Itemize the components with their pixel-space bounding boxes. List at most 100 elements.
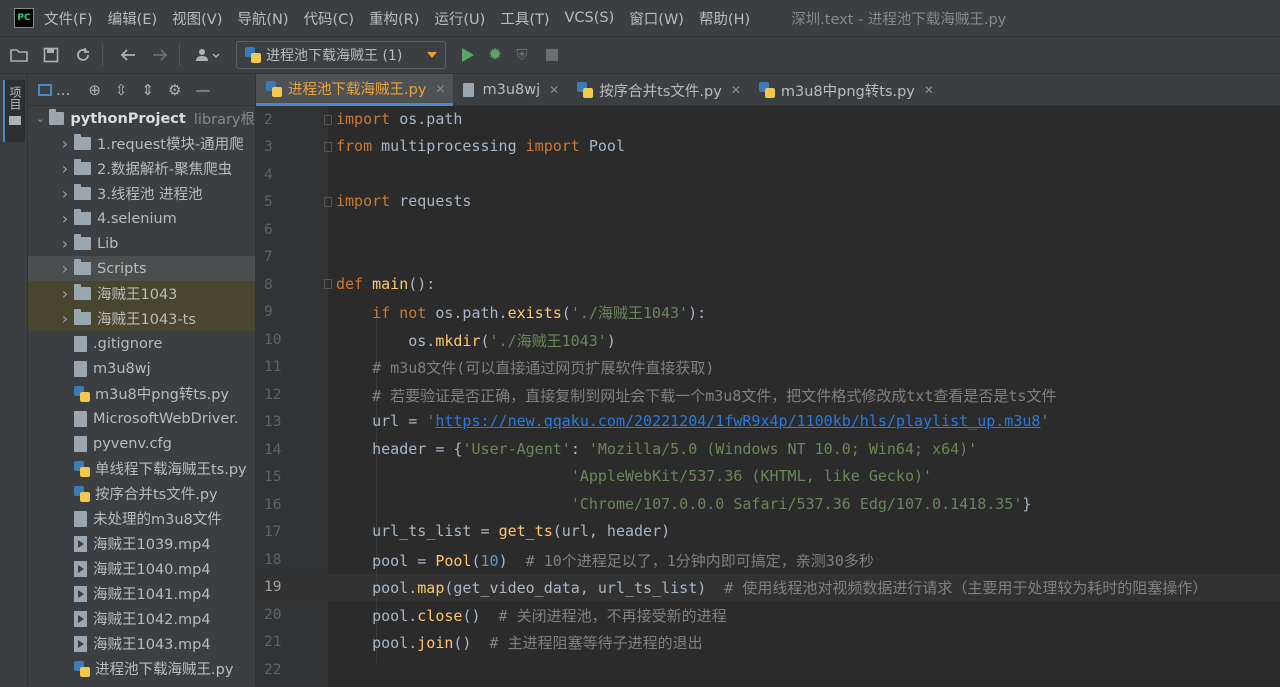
tree-folder-item[interactable]: › 1.request模块-通用爬 <box>28 131 255 156</box>
fold-marker-icon[interactable] <box>324 142 332 152</box>
save-icon[interactable] <box>38 42 64 68</box>
fold-marker-icon[interactable] <box>324 279 332 289</box>
tree-folder-item[interactable]: › 海贼王1043-ts <box>28 306 255 331</box>
fold-marker-icon[interactable] <box>324 197 332 207</box>
chevron-right-icon[interactable]: › <box>56 234 74 253</box>
close-icon[interactable]: ✕ <box>731 83 741 97</box>
tree-folder-item[interactable]: › Scripts <box>28 256 255 281</box>
chevron-right-icon[interactable]: › <box>56 309 74 328</box>
menu-file[interactable]: 文件(F) <box>44 8 93 29</box>
tree-folder-item[interactable]: › Lib <box>28 231 255 256</box>
tree-file-item[interactable]: 海贼王1040.mp4 <box>28 556 255 581</box>
tree-file-item[interactable]: m3u8wj <box>28 356 255 381</box>
menu-tools[interactable]: 工具(T) <box>500 8 549 29</box>
close-icon[interactable]: ✕ <box>924 83 934 97</box>
run-configuration-selector[interactable]: 进程池下载海贼王 (1) <box>236 41 446 69</box>
project-tool-tab[interactable]: 项目 <box>3 80 25 142</box>
open-folder-icon[interactable] <box>6 42 32 68</box>
line-number: 8 <box>264 276 273 293</box>
chevron-down-icon[interactable]: ⌄ <box>32 112 49 125</box>
close-icon[interactable]: ✕ <box>549 83 559 97</box>
tree-item-label: m3u8wj <box>93 360 151 377</box>
text-file-icon <box>74 510 87 527</box>
tree-folder-item[interactable]: › 4.selenium <box>28 206 255 231</box>
tab-png-to-ts[interactable]: m3u8中png转ts.py ✕ <box>749 74 942 106</box>
tab-label: m3u8中png转ts.py <box>780 83 915 100</box>
tree-item-label: 单线程下载海贼王ts.py <box>95 462 247 478</box>
tree-file-item[interactable]: .gitignore <box>28 331 255 356</box>
chevron-right-icon[interactable]: › <box>56 259 74 278</box>
locate-target-icon[interactable]: ⊕ <box>88 81 101 99</box>
line-number: 19 <box>264 579 282 596</box>
folder-icon <box>74 184 91 200</box>
code-editor[interactable]: 2 3 4 5 6 7 8 9 10 11 12 13 14 15 16 17 18 19 20 21 22 impor… <box>256 106 1280 687</box>
tree-file-item[interactable]: 海贼王1043.mp4 <box>28 631 255 656</box>
tree-folder-item[interactable]: › 3.线程池 进程池 <box>28 181 255 206</box>
fold-marker-icon[interactable] <box>324 115 332 125</box>
chevron-right-icon[interactable]: › <box>56 209 74 228</box>
menu-code[interactable]: 代码(C) <box>304 8 354 29</box>
menu-navigate[interactable]: 导航(N) <box>237 8 288 29</box>
tree-file-item[interactable]: 海贼王1041.mp4 <box>28 581 255 606</box>
code-line: url = 'https://new.qqaku.com/20221204/1f… <box>372 412 1050 430</box>
back-arrow-icon[interactable] <box>115 42 141 68</box>
code-line: pool = Pool(10) # 10个进程足以了，1分钟内即可搞定，亲测30… <box>372 552 874 570</box>
menu-refactor[interactable]: 重构(R) <box>369 8 419 29</box>
expand-all-icon[interactable]: ⇳ <box>115 81 128 99</box>
collapse-all-icon[interactable]: ⇕ <box>141 81 154 99</box>
folder-icon <box>74 209 91 225</box>
tab-m3u8wj[interactable]: m3u8wj ✕ <box>453 74 567 106</box>
chevron-right-icon[interactable]: › <box>56 184 74 203</box>
menu-edit[interactable]: 编辑(E) <box>108 8 157 29</box>
forward-arrow-icon[interactable] <box>147 42 173 68</box>
tree-file-item[interactable]: MicrosoftWebDriver. <box>28 406 255 431</box>
project-tool-label: 项目 <box>8 86 22 110</box>
chevron-right-icon[interactable]: › <box>56 159 74 178</box>
tab-label: m3u8wj <box>482 82 541 98</box>
close-icon[interactable]: ✕ <box>435 82 445 96</box>
tree-file-item[interactable]: 未处理的m3u8文件 <box>28 506 255 531</box>
menu-view[interactable]: 视图(V) <box>172 8 222 29</box>
code-line: pool.close() # 关闭进程池，不再接受新的进程 <box>372 607 727 625</box>
stop-icon[interactable] <box>545 49 558 61</box>
tree-file-item[interactable]: m3u8中png转ts.py <box>28 381 255 406</box>
tree-file-item[interactable]: pyvenv.cfg <box>28 431 255 456</box>
sync-icon[interactable] <box>70 42 96 68</box>
code-line: pool.join() # 主进程阻塞等待子进程的退出 <box>372 634 703 652</box>
tree-file-item[interactable]: 单线程下载海贼王ts.py <box>28 456 255 481</box>
tree-file-item[interactable]: 按序合并ts文件.py <box>28 481 255 506</box>
line-number: 16 <box>264 496 282 513</box>
minimize-icon[interactable]: — <box>196 81 211 99</box>
gear-icon[interactable]: ⚙ <box>168 81 181 99</box>
tree-folder-item[interactable]: › 2.数据解析-聚焦爬虫 <box>28 156 255 181</box>
run-icon[interactable] <box>462 48 474 62</box>
menu-help[interactable]: 帮助(H) <box>699 8 750 29</box>
pycharm-logo-icon[interactable]: PC <box>14 8 34 28</box>
menu-vcs[interactable]: VCS(S) <box>565 10 615 26</box>
tree-item-label: 4.selenium <box>97 210 177 227</box>
tree-folder-item[interactable]: › 海贼王1043 <box>28 281 255 306</box>
tree-file-item[interactable]: 海贼王1042.mp4 <box>28 606 255 631</box>
debug-bug-icon[interactable]: ✹ <box>488 45 502 65</box>
tree-item-label: 未处理的m3u8文件 <box>93 512 222 528</box>
code-line: 'AppleWebKit/537.36 (KHTML, like Gecko)' <box>570 467 933 485</box>
line-number: 9 <box>264 304 273 321</box>
chevron-right-icon[interactable]: › <box>56 134 74 153</box>
tab-merge-ts[interactable]: 按序合并ts文件.py ✕ <box>567 74 749 106</box>
coverage-icon[interactable]: ⛨ <box>516 46 527 64</box>
tree-file-item[interactable]: 海贼王1039.mp4 <box>28 531 255 556</box>
tree-root[interactable]: ⌄ pythonProject library根 <box>28 106 255 131</box>
root-folder-label: pythonProject <box>70 110 186 127</box>
project-view-label[interactable]: ... <box>56 81 70 99</box>
chevron-right-icon[interactable]: › <box>56 284 74 303</box>
url-link[interactable]: https://new.qqaku.com/20221204/1fwR9x4p/… <box>435 412 1040 430</box>
tree-item-label: Scripts <box>97 260 147 277</box>
text-file-icon <box>74 410 87 427</box>
user-dropdown-icon[interactable] <box>192 42 226 68</box>
line-number: 3 <box>264 139 273 156</box>
menu-window[interactable]: 窗口(W) <box>629 8 684 29</box>
project-view-icon[interactable] <box>38 83 52 96</box>
menu-run[interactable]: 运行(U) <box>434 8 485 29</box>
tree-file-item[interactable]: 进程池下载海贼王.py <box>28 656 255 681</box>
tab-process-pool-download[interactable]: 进程池下载海贼王.py ✕ <box>256 74 454 106</box>
